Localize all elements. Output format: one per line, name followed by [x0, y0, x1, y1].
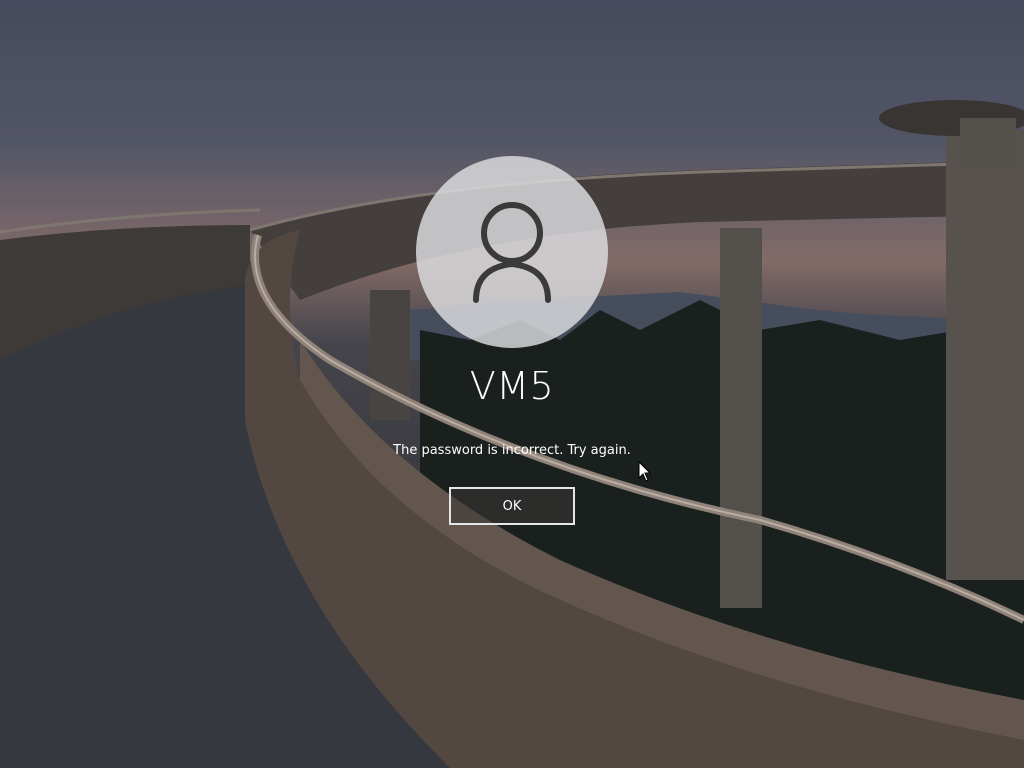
lock-screen: VM5 The password is incorrect. Try again…	[0, 0, 1024, 768]
user-avatar	[416, 156, 608, 348]
ok-button[interactable]: OK	[449, 487, 575, 525]
user-avatar-icon	[473, 202, 551, 303]
error-message: The password is incorrect. Try again.	[393, 443, 631, 458]
username-label: VM5	[469, 364, 555, 408]
mouse-pointer-icon	[638, 461, 652, 482]
